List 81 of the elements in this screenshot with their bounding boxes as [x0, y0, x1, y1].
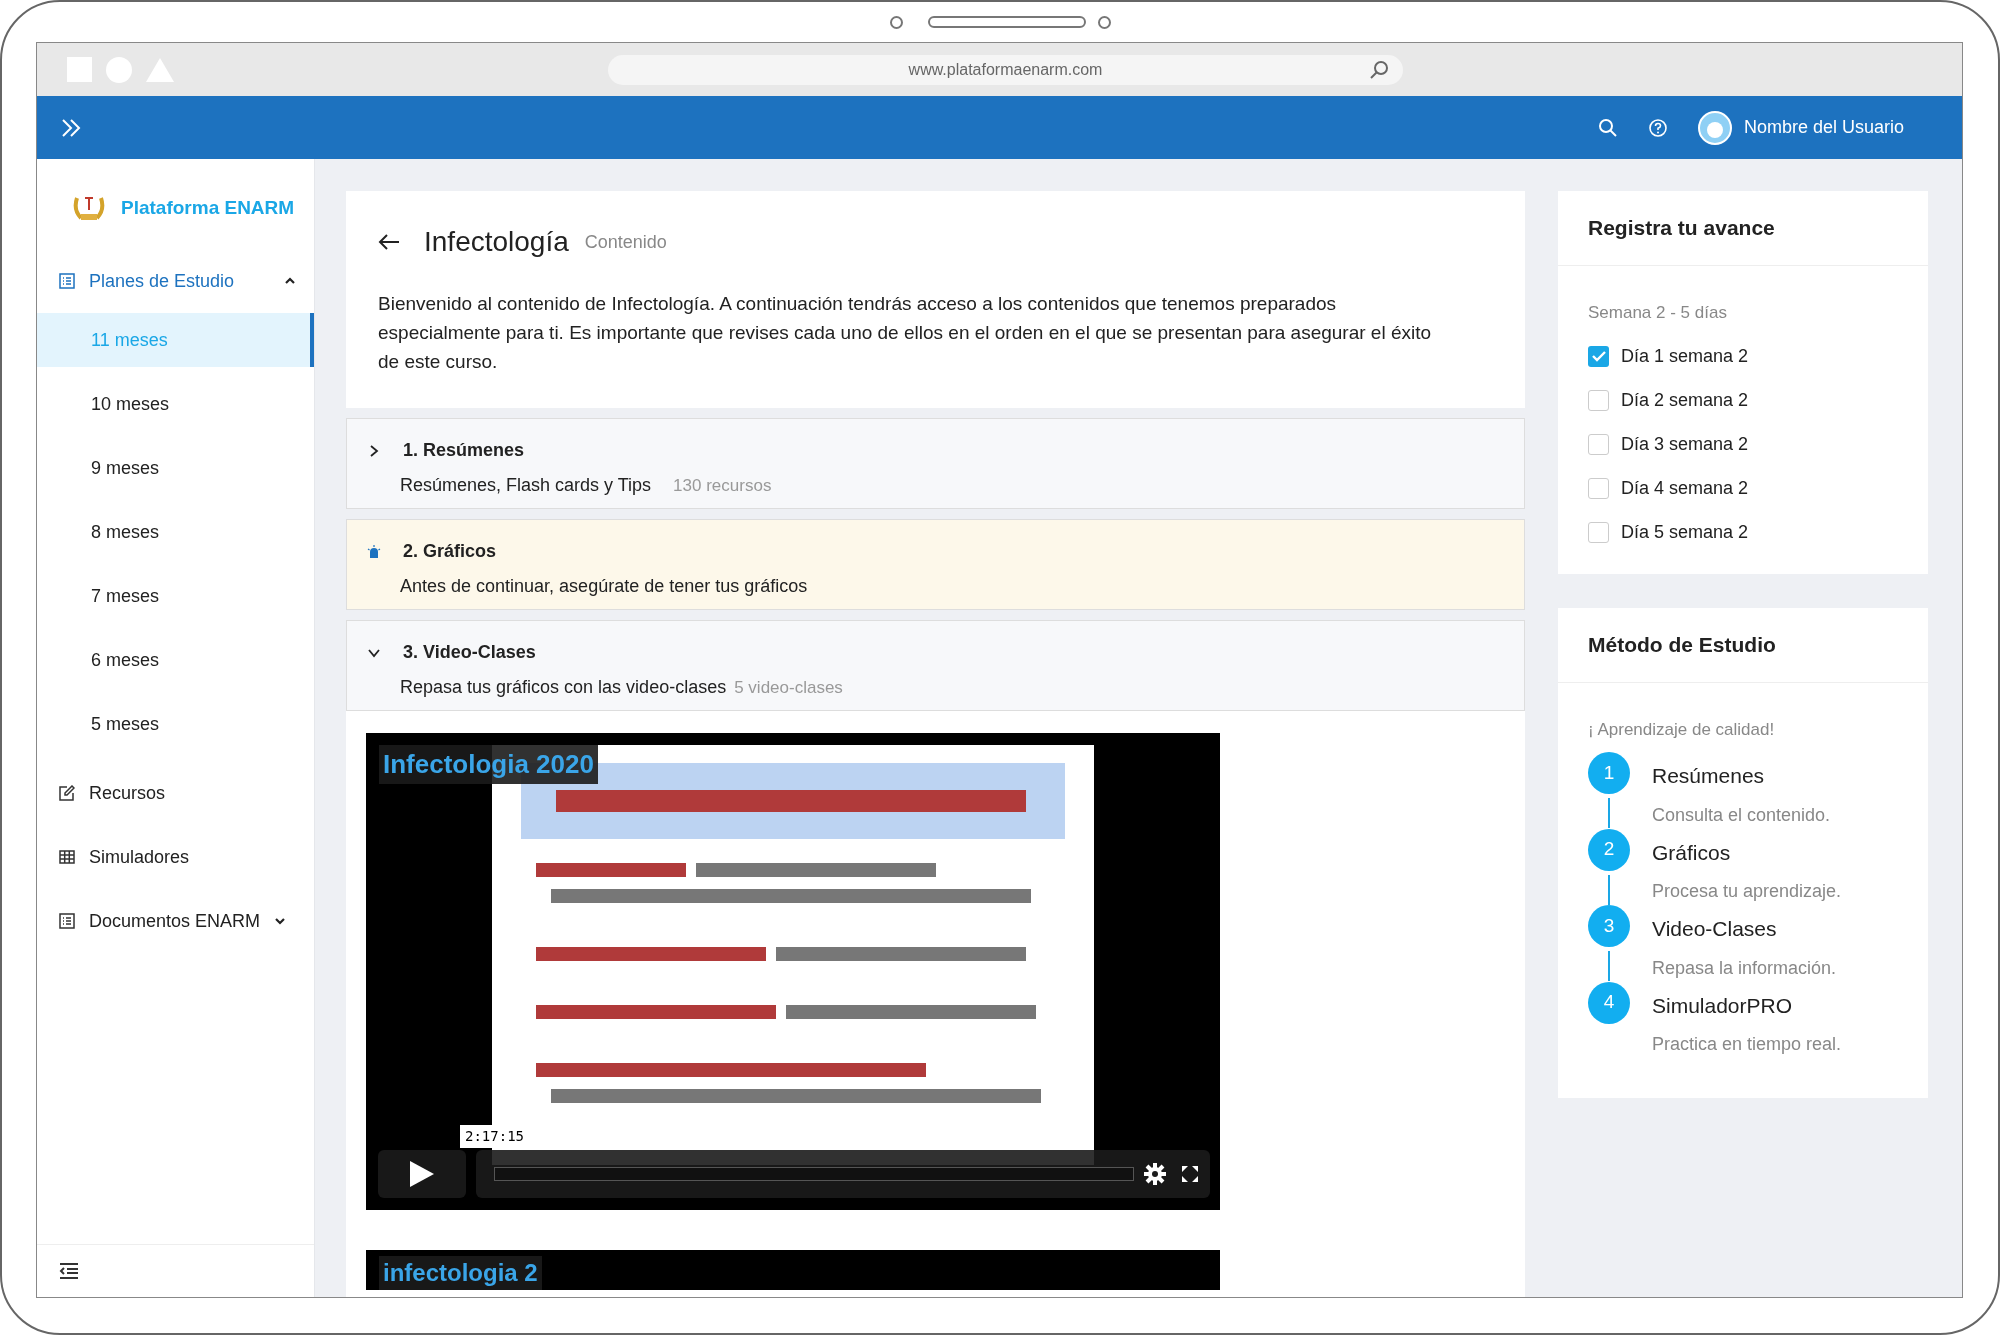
- step-connector: [1608, 798, 1610, 828]
- plan-item[interactable]: 5 meses: [37, 697, 314, 751]
- section-panel[interactable]: 2. Gráficos Antes de continuar, asegúrate de tener tus gráficos: [346, 519, 1525, 610]
- plan-item[interactable]: 6 meses: [37, 633, 314, 687]
- step-number: 3: [1588, 905, 1630, 947]
- section-title: 1. Resúmenes: [403, 439, 525, 462]
- step-title: Resúmenes: [1652, 763, 1766, 789]
- settings-icon[interactable]: [1144, 1163, 1166, 1185]
- section-count: 130 recursos: [673, 475, 772, 497]
- page-title: Infectología: [424, 225, 569, 259]
- nav-item[interactable]: Recursos: [89, 779, 166, 807]
- search-icon: [1369, 59, 1389, 80]
- section-title: 3. Video-Clases: [403, 641, 536, 664]
- section-title: 2. Gráficos: [403, 540, 497, 563]
- plan-item[interactable]: 9 meses: [37, 441, 314, 495]
- step-number: 4: [1588, 981, 1630, 1024]
- checkbox[interactable]: [1588, 345, 1609, 367]
- checkbox-label: Día 3 semana 2: [1621, 432, 1749, 456]
- speaker-icon: [928, 16, 1086, 28]
- section-description: Resúmenes, Flash cards y Tips: [400, 474, 652, 497]
- url-text: www.plataformaenarm.com: [908, 59, 1103, 80]
- help-icon[interactable]: [1647, 117, 1668, 138]
- step-connector: [1608, 951, 1610, 981]
- section-count: 5 video-clases: [734, 677, 843, 699]
- step-description: Repasa la información.: [1652, 956, 1837, 980]
- nav-item[interactable]: Planes de Estudio: [89, 267, 235, 295]
- intro-paragraph: Bienvenido al contenido de Infectología. A continuación tendrás acceso a los contenidos que tenemos preparados especialmente para ti. Es importante que revises cada uno de ellos en el orden en el que se presentan para asegurar el éxito de este curso.: [378, 292, 1433, 374]
- plan-item[interactable]: 10 meses: [37, 377, 314, 431]
- avatar-icon[interactable]: [1697, 110, 1732, 145]
- week-label: Semana 2 - 5 días: [1588, 302, 1728, 324]
- caret-icon[interactable]: [274, 916, 287, 926]
- video-title: Infectologia 2020: [379, 745, 598, 784]
- fullscreen-icon[interactable]: [1181, 1165, 1199, 1183]
- camera-icon: [890, 16, 903, 29]
- step-title: Gráficos: [1652, 839, 1732, 866]
- play-button[interactable]: [378, 1150, 466, 1198]
- edit-icon: [59, 785, 75, 801]
- section-description: Antes de continuar, asegúrate de tener tus gráficos: [400, 575, 808, 598]
- check-icon: [1591, 350, 1606, 362]
- nav-item[interactable]: Documentos ENARM: [89, 907, 261, 935]
- step-title: Video-Clases: [1652, 916, 1778, 942]
- caret-icon[interactable]: [284, 276, 296, 286]
- collapse-menu-icon[interactable]: [59, 1262, 79, 1280]
- page-subtitle: Contenido: [584, 230, 667, 254]
- card-title: Método de Estudio: [1588, 631, 1776, 658]
- list-icon: [59, 913, 75, 929]
- method-tagline: ¡ Aprendizaje de calidad!: [1588, 718, 1776, 741]
- step-number: 2: [1588, 828, 1630, 871]
- user-name[interactable]: Nombre del Usuario: [1743, 114, 1904, 141]
- progress-track[interactable]: [494, 1167, 1134, 1181]
- nav-item[interactable]: Simuladores: [89, 843, 190, 871]
- back-arrow-icon[interactable]: [378, 233, 400, 251]
- plan-item[interactable]: 8 meses: [37, 505, 314, 559]
- video-title: infectologia 2: [379, 1256, 542, 1290]
- list-icon: [59, 273, 75, 289]
- checkbox[interactable]: [1588, 521, 1609, 543]
- section-panel[interactable]: 1. Resúmenes Resúmenes, Flash cards y Tips 130 recursos: [346, 418, 1525, 509]
- checkbox-label: Día 2 semana 2: [1621, 388, 1749, 412]
- checkbox[interactable]: [1588, 389, 1609, 411]
- checkbox[interactable]: [1588, 433, 1609, 455]
- plan-item[interactable]: 7 meses: [37, 569, 314, 623]
- camera-icon: [1098, 16, 1111, 29]
- checkbox-label: Día 4 semana 2: [1621, 476, 1749, 500]
- brand-name: Plataforma ENARM: [121, 195, 295, 220]
- checkbox-label: Día 1 semana 2: [1621, 344, 1749, 368]
- search-icon[interactable]: [1597, 117, 1618, 138]
- step-description: Practica en tiempo real.: [1652, 1033, 1842, 1056]
- alarm-light-icon: [367, 544, 381, 559]
- step-description: Consulta el contenido.: [1652, 803, 1831, 827]
- checkbox-label: Día 5 semana 2: [1621, 520, 1749, 544]
- step-number: 1: [1588, 752, 1630, 794]
- checkbox[interactable]: [1588, 477, 1609, 499]
- play-icon: [410, 1161, 434, 1187]
- grid-icon: [59, 849, 75, 865]
- address-bar[interactable]: www.plataformaenarm.com: [608, 54, 1403, 85]
- section-panel[interactable]: 3. Video-Clases Repasa tus gráficos con las video-clases 5 video-clases: [346, 620, 1525, 711]
- step-title: SimuladorPRO: [1652, 992, 1794, 1019]
- section-description: Repasa tus gráficos con las video-clases: [400, 676, 727, 699]
- card-title: Registra tu avance: [1588, 215, 1775, 242]
- step-connector: [1608, 874, 1610, 905]
- step-description: Procesa tu aprendizaje.: [1652, 880, 1842, 903]
